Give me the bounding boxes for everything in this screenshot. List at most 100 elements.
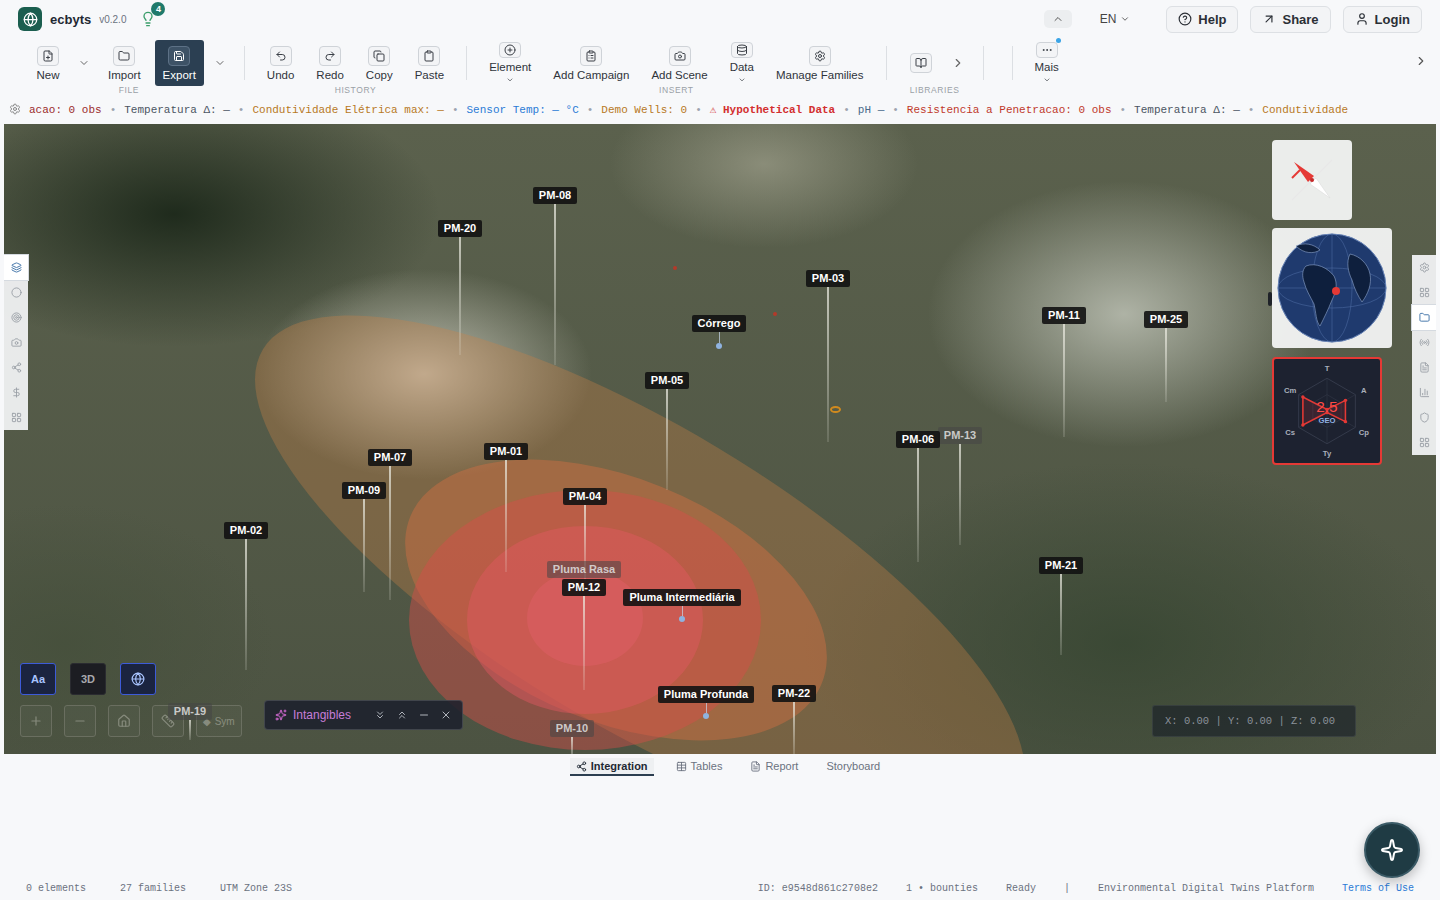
strip-button[interactable]	[1412, 380, 1436, 405]
tool-icon	[585, 50, 597, 62]
toolbar-button-label: Paste	[415, 69, 444, 81]
toolbar-separator	[466, 46, 467, 80]
strip-button[interactable]	[1412, 405, 1436, 430]
chevron-down-icon	[214, 57, 226, 69]
marker-label: PM-13	[938, 427, 982, 444]
toolbar-button[interactable]: Add Campaign	[545, 40, 637, 86]
marker-stem	[1060, 574, 1062, 656]
radar-widget[interactable]: TACpTyCsCm2.5GEO	[1272, 357, 1382, 465]
toolbar-scroll-button[interactable]	[1410, 54, 1432, 68]
zoom-out-button[interactable]	[64, 705, 96, 737]
plus-icon	[29, 714, 43, 728]
ticker-item[interactable]: Condutividade	[1262, 104, 1348, 116]
ticker-item[interactable]: ⚠ Hypothetical Data	[710, 104, 835, 116]
strip-button[interactable]	[4, 255, 28, 280]
tool-icon	[275, 50, 287, 62]
toolbar-button[interactable]: Redo	[308, 40, 352, 86]
strip-tool-icon	[1419, 312, 1430, 323]
dropdown-caret[interactable]	[74, 57, 94, 69]
ticker-item[interactable]: Condutividade Elétrica max: —	[252, 104, 443, 116]
sensor-marker[interactable]	[830, 406, 841, 413]
strip-button[interactable]	[1412, 330, 1436, 355]
zoom-in-button[interactable]	[20, 705, 52, 737]
header-button[interactable]: Share	[1250, 6, 1330, 33]
toolbar-button[interactable]: Data	[722, 40, 762, 86]
strip-tool-icon	[11, 287, 22, 298]
ticker-item[interactable]: pH —	[858, 104, 884, 116]
globe-widget[interactable]	[1272, 228, 1392, 348]
ticker-item[interactable]: Temperatura Δ: —	[1134, 104, 1240, 116]
toolbar-button[interactable]: Undo	[259, 40, 303, 86]
chevrons-down-icon[interactable]	[374, 709, 386, 721]
tips-button[interactable]: 4	[140, 11, 156, 27]
bottom-tab[interactable]: Tables	[670, 758, 729, 776]
chevron-down-icon	[505, 76, 515, 84]
collapse-button[interactable]	[1044, 10, 1072, 28]
toolbar-button[interactable]: Import	[100, 40, 149, 86]
toolbar-button[interactable]: Paste	[407, 40, 452, 86]
marker-label: PM-07	[368, 449, 412, 466]
libraries-arrow[interactable]	[947, 56, 969, 70]
strip-button[interactable]	[4, 355, 28, 380]
bottom-panel	[0, 776, 1440, 876]
ticker-item[interactable]: Demo Wells: 0	[601, 104, 687, 116]
view-button[interactable]: Aa	[20, 663, 56, 695]
strip-button[interactable]	[1412, 280, 1436, 305]
chevron-down-icon	[78, 57, 90, 69]
language-select[interactable]: EN	[1094, 11, 1137, 27]
ticker-item[interactable]: acao: 0 obs	[29, 104, 102, 116]
strip-button[interactable]	[4, 380, 28, 405]
strip-button[interactable]	[1412, 305, 1436, 330]
dropdown-caret[interactable]	[210, 57, 230, 69]
strip-button[interactable]	[4, 330, 28, 355]
indicator-ticker: acao: 0 obs • Temperatura Δ: — • Condutivida…	[0, 98, 1440, 120]
ticker-item[interactable]: Sensor Temp: — °C	[467, 104, 579, 116]
app-logo[interactable]	[18, 7, 42, 31]
toolbar-button[interactable]: Add Scene	[643, 40, 715, 86]
marker-label: PM-09	[342, 482, 386, 499]
home-button[interactable]	[108, 705, 140, 737]
bottom-tab[interactable]: Integration	[570, 758, 654, 776]
status-item: UTM Zone 23S	[220, 883, 292, 894]
toolbar-button[interactable]	[901, 40, 941, 86]
view-button[interactable]	[120, 663, 156, 695]
ticker-item[interactable]: Temperatura Δ: —	[124, 104, 230, 116]
compass-widget[interactable]	[1272, 140, 1352, 220]
strip-button[interactable]	[1412, 430, 1436, 455]
toolbar-button[interactable]: Manage Families	[768, 40, 872, 86]
ticker-item[interactable]: Resistencia a Penetracao: 0 obs	[907, 104, 1112, 116]
toolbar-button[interactable]: Element	[481, 40, 539, 86]
bottom-tab[interactable]: Storyboard	[820, 758, 886, 776]
strip-button[interactable]	[4, 305, 28, 330]
ticker-separator: •	[1120, 104, 1127, 116]
strip-button[interactable]	[1412, 255, 1436, 280]
strip-button[interactable]	[4, 280, 28, 305]
header-button[interactable]: Help	[1166, 6, 1238, 33]
map-viewport[interactable]: Aa3D◆SymPM-08PM-20PM-03CórregoPM-11PM-25…	[4, 124, 1436, 754]
radar-axis-label: T	[1325, 364, 1330, 373]
ticker-separator: •	[892, 104, 899, 116]
close-icon[interactable]	[440, 709, 452, 721]
minimize-icon[interactable]	[418, 709, 430, 721]
toolbar-button[interactable]: New	[28, 40, 68, 86]
header-button[interactable]: Login	[1343, 6, 1422, 33]
assistant-button[interactable]	[1364, 822, 1420, 878]
radar-point	[1301, 423, 1304, 426]
sample-point[interactable]	[673, 266, 677, 270]
gear-icon[interactable]	[9, 103, 21, 115]
strip-tool-icon	[11, 312, 22, 323]
plume-outer	[186, 221, 1095, 754]
toolbar-separator	[983, 46, 984, 80]
header-button-label: Share	[1282, 12, 1318, 27]
toolbar-button[interactable]: Copy	[358, 40, 401, 86]
sample-point[interactable]	[773, 312, 777, 316]
status-bounties[interactable]: 1 • bounties	[906, 883, 978, 894]
terms-link[interactable]: Terms of Use	[1342, 883, 1414, 894]
toolbar-button[interactable]: Export	[155, 40, 204, 86]
chevrons-up-icon[interactable]	[396, 709, 408, 721]
strip-button[interactable]	[1412, 355, 1436, 380]
more-button[interactable]: Mais	[1027, 40, 1067, 86]
bottom-tab[interactable]: Report	[744, 758, 804, 776]
strip-button[interactable]	[4, 405, 28, 430]
view-button[interactable]: 3D	[70, 663, 106, 695]
